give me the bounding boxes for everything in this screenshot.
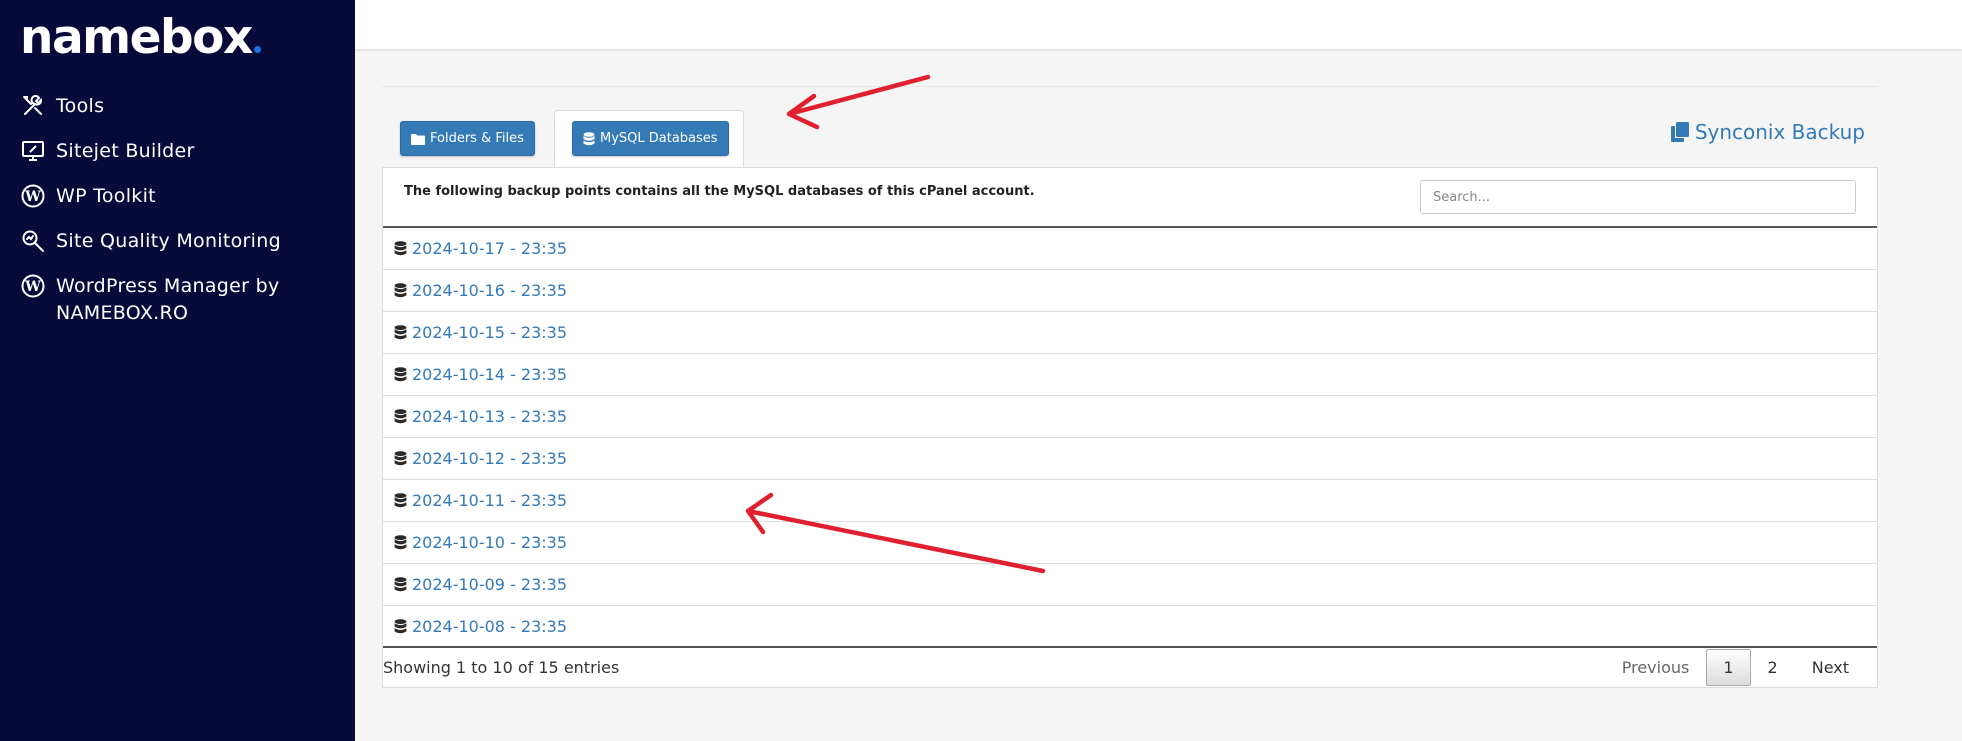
table-row: 2024-10-11 - 23:35 (383, 480, 1877, 522)
database-icon (394, 618, 407, 633)
svg-text:W: W (24, 189, 41, 205)
next-button[interactable]: Next (1795, 649, 1866, 686)
backup-panel: The following backup points contains all… (382, 167, 1878, 688)
mysql-databases-label: MySQL Databases (600, 131, 718, 146)
copy-icon (1670, 122, 1689, 142)
folders-files-button[interactable]: Folders & Files (400, 121, 535, 156)
backup-link[interactable]: 2024-10-14 - 23:35 (412, 365, 567, 384)
folders-files-label: Folders & Files (430, 131, 524, 146)
database-icon (394, 409, 407, 424)
tools-icon (20, 93, 46, 119)
sidebar-item-label: WP Toolkit (56, 185, 156, 207)
logo-text: namebox (20, 10, 253, 65)
database-icon (394, 535, 407, 550)
annotation-arrow-top (786, 74, 931, 130)
plugin-title: Synconix Backup (1694, 120, 1865, 144)
namebox-logo[interactable]: namebox (20, 10, 261, 65)
backup-link[interactable]: 2024-10-15 - 23:35 (412, 323, 567, 342)
table-row: 2024-10-10 - 23:35 (383, 522, 1877, 564)
backup-link[interactable]: 2024-10-13 - 23:35 (412, 407, 567, 426)
backup-link[interactable]: 2024-10-16 - 23:35 (412, 281, 567, 300)
backup-link[interactable]: 2024-10-08 - 23:35 (412, 617, 567, 636)
sidebar-item-label: Sitejet Builder (56, 140, 195, 162)
sidebar: namebox Tools Sitejet Builder W WP Toolk… (0, 0, 355, 741)
table-row: 2024-10-17 - 23:35 (383, 228, 1877, 270)
backup-link[interactable]: 2024-10-12 - 23:35 (412, 449, 567, 468)
wordpress-icon: W (20, 273, 46, 299)
table-row: 2024-10-09 - 23:35 (383, 564, 1877, 606)
database-icon (394, 493, 407, 508)
database-icon (394, 451, 407, 466)
wordpress-icon: W (20, 183, 46, 209)
mysql-databases-button[interactable]: MySQL Databases (572, 121, 729, 156)
svg-text:W: W (24, 279, 41, 295)
sidebar-nav: Tools Sitejet Builder W WP Toolkit Site … (0, 93, 355, 345)
sidebar-item-wordpress-manager[interactable]: W WordPress Manager by NAMEBOX.RO (0, 273, 355, 327)
logo-dot (253, 46, 261, 53)
sidebar-item-tools[interactable]: Tools (0, 93, 355, 120)
backup-link[interactable]: 2024-10-10 - 23:35 (412, 533, 567, 552)
database-icon (394, 325, 407, 340)
backup-link[interactable]: 2024-10-09 - 23:35 (412, 575, 567, 594)
entries-info: Showing 1 to 10 of 15 entries (383, 658, 620, 677)
folder-icon (411, 133, 425, 145)
table-row: 2024-10-13 - 23:35 (383, 396, 1877, 438)
sidebar-item-sitejet[interactable]: Sitejet Builder (0, 138, 355, 165)
backup-link[interactable]: 2024-10-17 - 23:35 (412, 239, 567, 258)
page-1-button[interactable]: 1 (1706, 649, 1751, 686)
table-row: 2024-10-14 - 23:35 (383, 354, 1877, 396)
pagination: Previous 1 2 Next (1605, 649, 1866, 686)
monitor-edit-icon (20, 138, 46, 164)
panel-description: The following backup points contains all… (404, 184, 1035, 199)
magnify-icon (20, 228, 46, 254)
top-bar (355, 0, 1962, 49)
sidebar-item-label: Tools (56, 95, 105, 117)
database-icon (394, 283, 407, 298)
table-row: 2024-10-08 - 23:35 (383, 606, 1877, 648)
table-row: 2024-10-12 - 23:35 (383, 438, 1877, 480)
previous-button[interactable]: Previous (1605, 649, 1707, 686)
sidebar-item-wp-toolkit[interactable]: W WP Toolkit (0, 183, 355, 210)
sidebar-item-label: WordPress Manager by NAMEBOX.RO (56, 275, 280, 324)
backup-link[interactable]: 2024-10-11 - 23:35 (412, 491, 567, 510)
search-input[interactable] (1420, 180, 1856, 214)
database-icon (583, 131, 595, 145)
synconix-backup-link[interactable]: Synconix Backup (1670, 120, 1865, 144)
content-divider (382, 86, 1878, 87)
sidebar-item-label: Site Quality Monitoring (56, 230, 281, 252)
database-icon (394, 367, 407, 382)
sidebar-item-site-quality[interactable]: Site Quality Monitoring (0, 228, 355, 255)
table-row: 2024-10-15 - 23:35 (383, 312, 1877, 354)
database-icon (394, 241, 407, 256)
backup-table: 2024-10-17 - 23:35 2024-10-16 - 23:35 2024… (383, 226, 1877, 648)
table-row: 2024-10-16 - 23:35 (383, 270, 1877, 312)
database-icon (394, 577, 407, 592)
page-2-button[interactable]: 2 (1751, 649, 1795, 686)
